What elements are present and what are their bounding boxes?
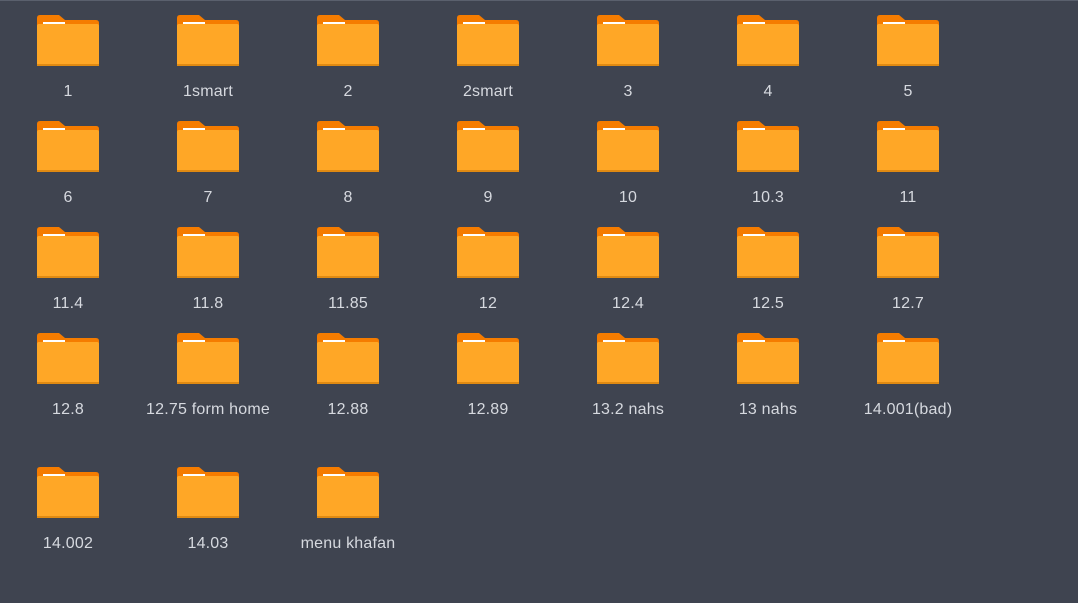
folder-item[interactable]: 12 (418, 226, 558, 318)
folder-icon (37, 15, 99, 66)
folder-icon (177, 121, 239, 172)
folder-icon (877, 121, 939, 172)
folder-name: 1smart (182, 83, 234, 100)
folder-item[interactable]: 11.85 (278, 226, 418, 318)
folder-item[interactable]: 12.89 (418, 332, 558, 424)
folder-name: 11.4 (52, 295, 84, 312)
folder-item[interactable]: 6 (0, 120, 138, 212)
folder-name: 11.8 (192, 295, 224, 312)
folder-icon (37, 227, 99, 278)
folder-name: 12.88 (327, 401, 369, 418)
folder-name: 2 (343, 83, 353, 100)
folder-item[interactable]: 12.7 (838, 226, 978, 318)
folder-name: 12.89 (467, 401, 509, 418)
folder-item[interactable]: 11 (838, 120, 978, 212)
folder-name: 11 (899, 189, 917, 206)
folder-item[interactable]: 14.001(bad) (838, 332, 978, 424)
folder-name: menu khafan (300, 535, 396, 552)
folder-name: 10.3 (752, 189, 784, 206)
folder-icon (737, 227, 799, 278)
folder-name: 9 (483, 189, 493, 206)
folder-item[interactable]: 4 (698, 14, 838, 106)
folder-name: 8 (343, 189, 353, 206)
folder-item[interactable]: 10 (558, 120, 698, 212)
folder-name: 14.03 (187, 535, 229, 552)
folder-item[interactable]: 12.88 (278, 332, 418, 424)
folder-icon (597, 15, 659, 66)
folder-name: 12.7 (892, 295, 924, 312)
folder-icon (177, 227, 239, 278)
folder-item[interactable]: 1 (0, 14, 138, 106)
folder-item[interactable]: 12.75 form home (138, 332, 278, 424)
folder-icon (317, 15, 379, 66)
folder-icon (597, 333, 659, 384)
folder-icon (457, 121, 519, 172)
folder-name: 3 (623, 83, 633, 100)
folder-item[interactable]: 13.2 nahs (558, 332, 698, 424)
folder-name: 5 (903, 83, 913, 100)
folder-icon (317, 467, 379, 518)
folder-name: 12.75 form home (146, 401, 270, 418)
folder-name: 2smart (462, 83, 514, 100)
folder-name: 12.8 (52, 401, 84, 418)
folder-item[interactable]: 11.4 (0, 226, 138, 318)
folder-name: 11.85 (328, 295, 368, 312)
folder-icon (457, 333, 519, 384)
folder-item[interactable]: 12.5 (698, 226, 838, 318)
folder-icon (457, 15, 519, 66)
folder-name: 6 (63, 189, 73, 206)
folder-name: 14.002 (42, 535, 94, 552)
folder-icon (37, 333, 99, 384)
folder-icon (737, 333, 799, 384)
folder-item[interactable]: 2 (278, 14, 418, 106)
folder-grid: 1 1smart 2 2smart 3 4 5 6 7 8 9 10 10.3 … (0, 0, 1078, 603)
folder-item[interactable]: 14.03 (138, 466, 278, 558)
folder-icon (457, 227, 519, 278)
folder-item[interactable]: menu khafan (278, 466, 418, 558)
folder-name: 12.5 (752, 295, 784, 312)
folder-icon (877, 15, 939, 66)
folder-icon (317, 227, 379, 278)
folder-name: 14.001(bad) (863, 401, 953, 418)
folder-item[interactable]: 12.8 (0, 332, 138, 424)
folder-icon (177, 15, 239, 66)
folder-icon (597, 227, 659, 278)
folder-name: 7 (203, 189, 213, 206)
folder-icon (877, 333, 939, 384)
folder-item[interactable]: 9 (418, 120, 558, 212)
folder-item[interactable]: 13 nahs (698, 332, 838, 424)
folder-name: 12 (478, 295, 498, 312)
folder-item[interactable]: 1smart (138, 14, 278, 106)
folder-icon (37, 467, 99, 518)
folder-icon (177, 467, 239, 518)
folder-item[interactable]: 2smart (418, 14, 558, 106)
folder-item[interactable]: 12.4 (558, 226, 698, 318)
folder-item[interactable]: 5 (838, 14, 978, 106)
folder-name: 13 nahs (738, 401, 798, 418)
folder-item[interactable]: 14.002 (0, 466, 138, 558)
folder-item[interactable]: 11.8 (138, 226, 278, 318)
folder-icon (37, 121, 99, 172)
folder-item[interactable]: 7 (138, 120, 278, 212)
folder-icon (877, 227, 939, 278)
folder-name: 12.4 (612, 295, 644, 312)
folder-icon (737, 121, 799, 172)
folder-icon (737, 15, 799, 66)
folder-name: 10 (618, 189, 638, 206)
folder-name: 4 (763, 83, 773, 100)
folder-icon (317, 333, 379, 384)
folder-name: 13.2 nahs (591, 401, 665, 418)
folder-item[interactable]: 3 (558, 14, 698, 106)
folder-icon (597, 121, 659, 172)
folder-icon (177, 333, 239, 384)
folder-icon (317, 121, 379, 172)
folder-item[interactable]: 10.3 (698, 120, 838, 212)
folder-item[interactable]: 8 (278, 120, 418, 212)
folder-name: 1 (63, 83, 73, 100)
